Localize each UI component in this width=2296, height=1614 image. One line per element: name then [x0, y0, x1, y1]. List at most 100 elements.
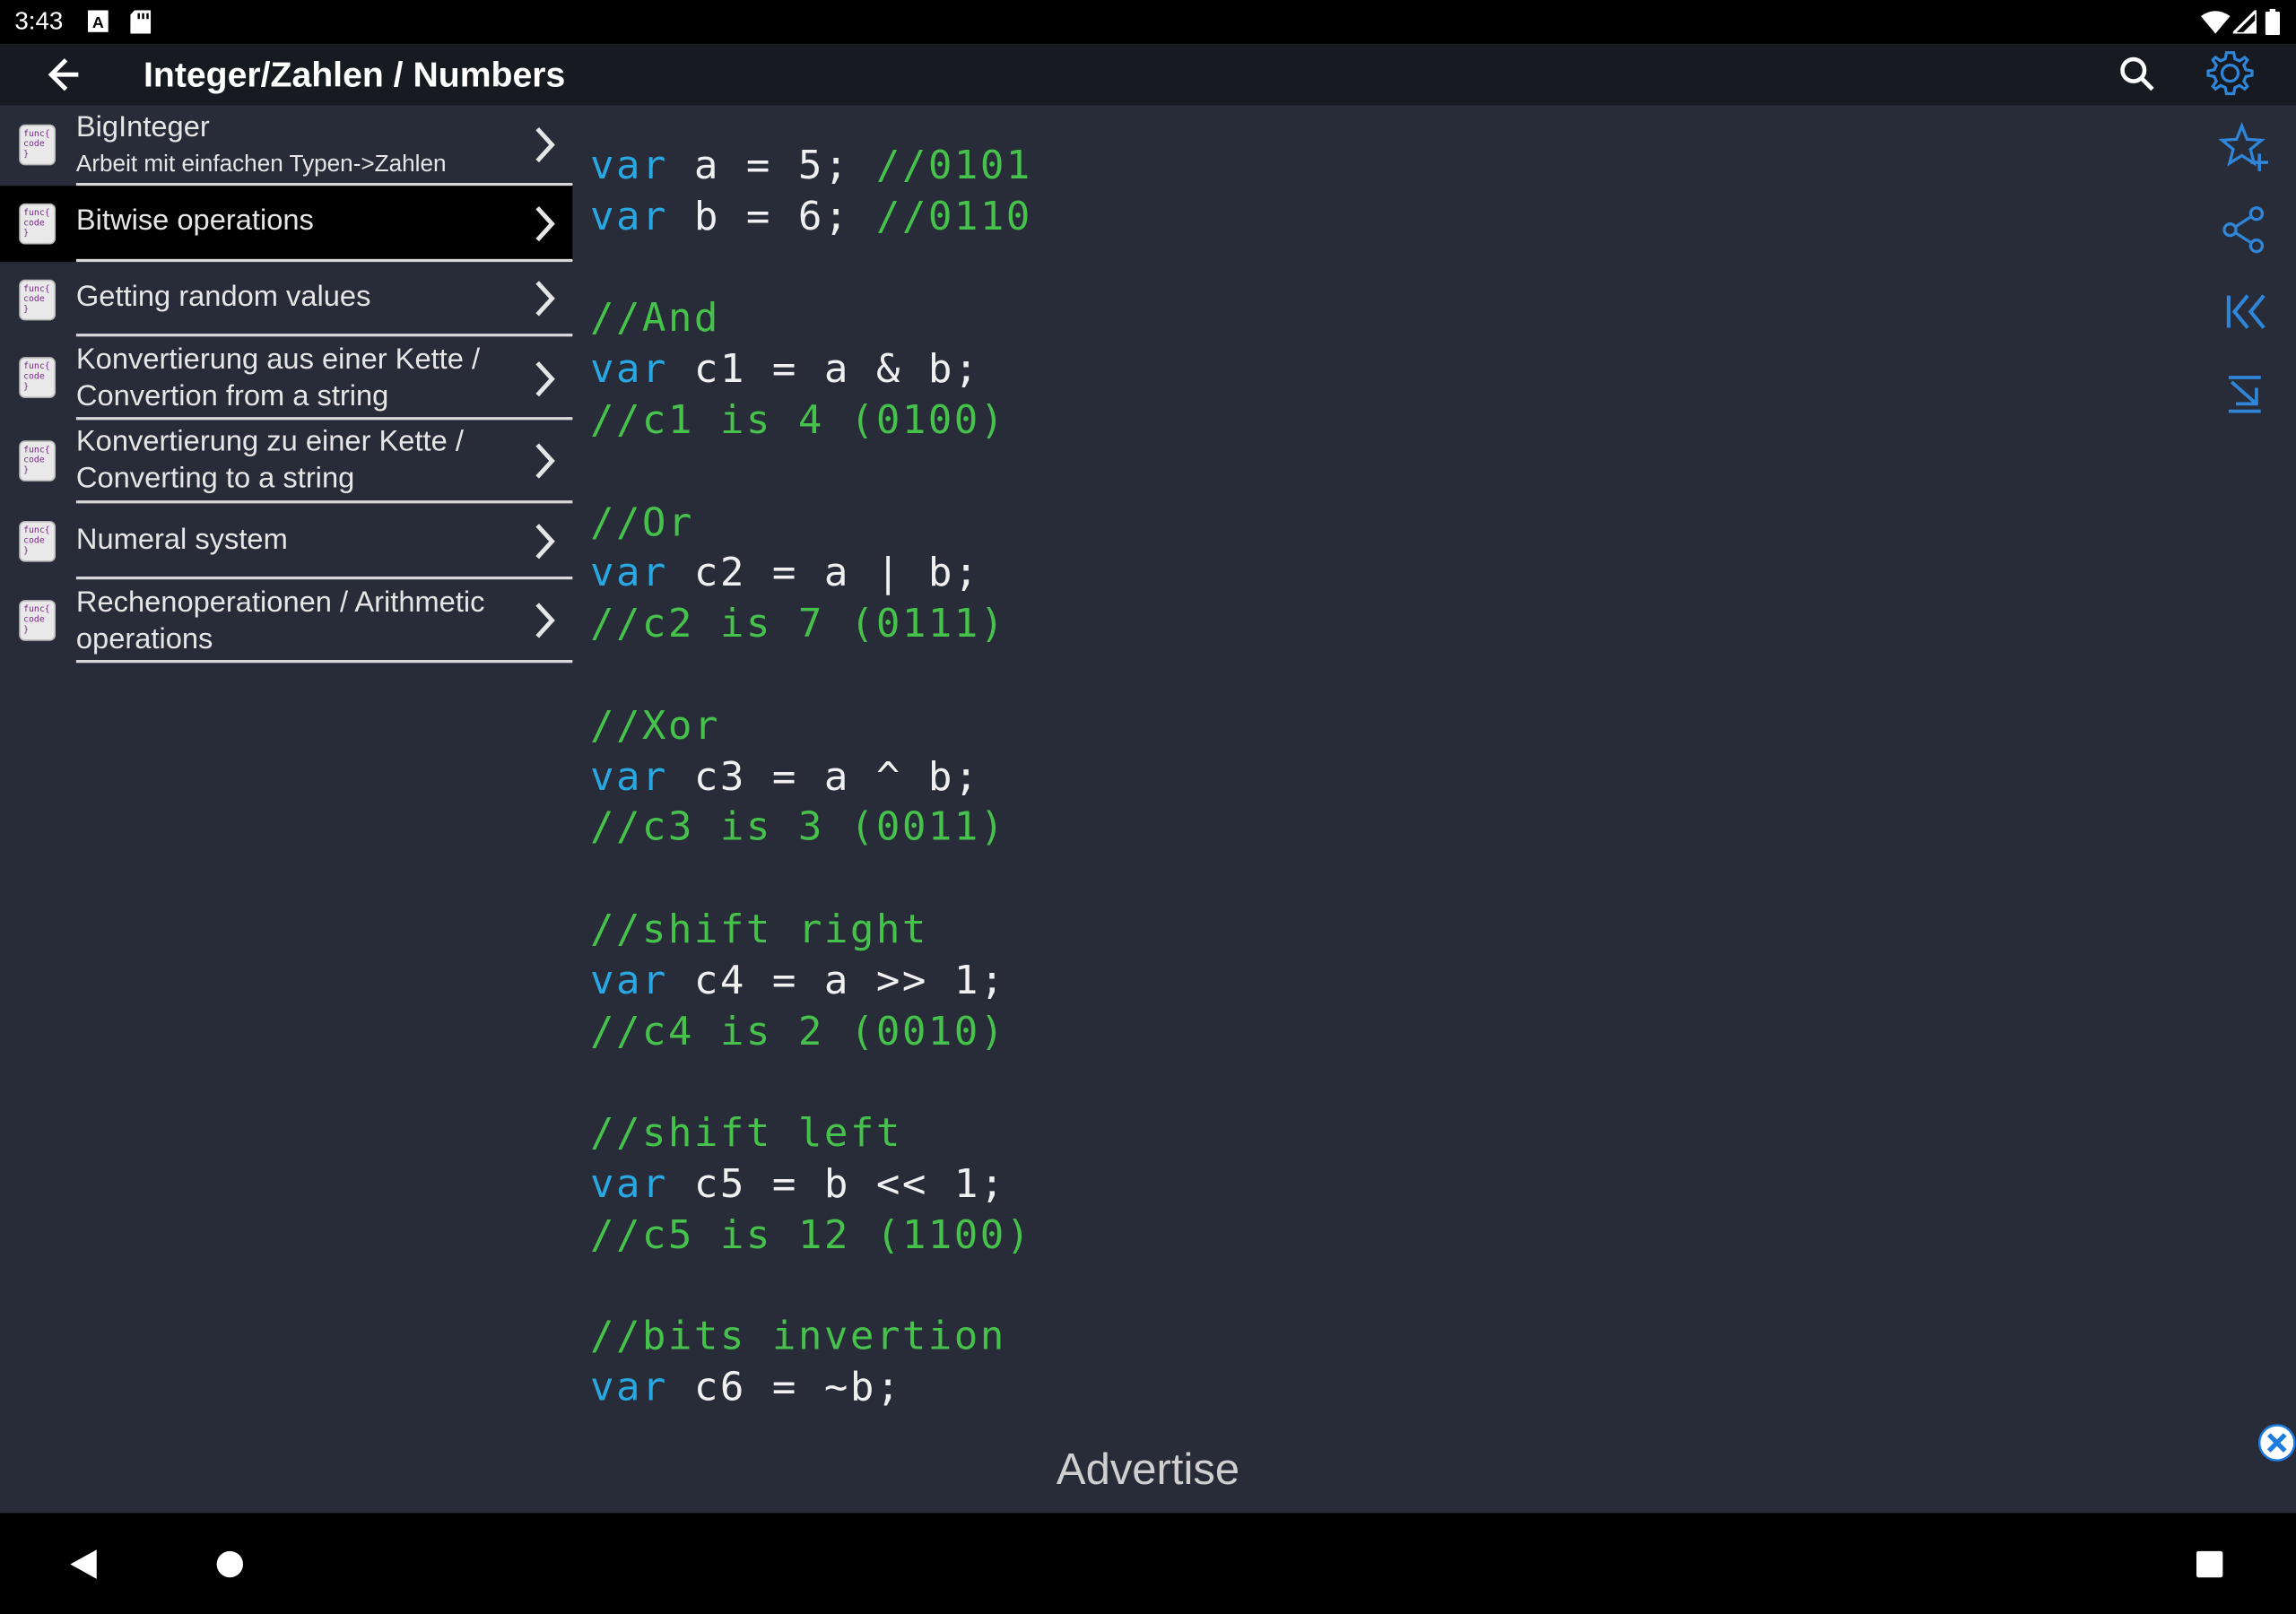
code-line: //c1 is 4 (0100) [590, 396, 1032, 447]
scroll-down-icon[interactable] [2218, 368, 2271, 421]
code-text: c4 = a >> 1; [667, 958, 1006, 1004]
code-comment: //bits invertion [589, 1314, 1006, 1360]
code-line: //shift left [590, 1109, 1032, 1160]
back-arrow-icon[interactable] [44, 54, 88, 95]
code-keyword: var [589, 143, 668, 189]
code-comment: //shift right [589, 907, 928, 953]
code-comment: //And [589, 296, 720, 342]
chevron-right-icon [535, 126, 555, 163]
page-title: Integer/Zahlen / Numbers [143, 56, 566, 96]
func-code-icon: func{code} [19, 279, 57, 321]
list-item-label: Konvertierung zu einer Kette / Convertin… [75, 425, 464, 495]
code-line: var c2 = a | b; [590, 550, 1032, 601]
code-text: c5 = b << 1; [667, 1161, 1006, 1208]
signal-icon [2232, 10, 2257, 34]
code-line: var c4 = a >> 1; [590, 957, 1032, 1008]
star-add-icon[interactable] [2218, 121, 2271, 174]
code-comment: //c4 is 2 (0010) [589, 1009, 1006, 1054]
code-line: //And [590, 295, 1032, 346]
code-line: var a = 5; //0101 [590, 142, 1032, 193]
status-time: 3:43 [14, 7, 64, 36]
divider [75, 659, 573, 664]
chevron-right-icon [535, 281, 555, 317]
func-code-icon: func{code} [19, 357, 57, 398]
func-code-icon: func{code} [19, 124, 57, 166]
system-nav-bar [0, 1513, 2296, 1614]
code-viewer: var a = 5; //0101 var b = 6; //0110//And v… [590, 142, 1032, 1415]
code-keyword: var [589, 1365, 668, 1411]
code-text: b = 6; [667, 194, 876, 240]
code-comment: //0101 [875, 143, 1032, 189]
chevron-right-icon [535, 206, 555, 242]
app-bar: Integer/Zahlen / Numbers [0, 43, 2296, 106]
chevron-right-icon [535, 361, 555, 397]
list-item-konvertierung-aus[interactable]: func{code} Konvertierung aus einer Kette… [0, 336, 573, 421]
code-line: //Or [590, 499, 1032, 550]
code-comment: //Or [589, 499, 694, 546]
gear-icon[interactable] [2205, 48, 2256, 98]
search-icon[interactable] [2118, 54, 2159, 95]
code-comment: //c2 is 7 (0111) [589, 601, 1006, 647]
list-item-biginteger[interactable]: func{code} BigInteger Arbeit mit einfach… [0, 105, 573, 187]
wifi-icon [2200, 11, 2231, 34]
code-keyword: var [589, 754, 668, 800]
share-icon[interactable] [2218, 204, 2271, 256]
list-item-label: BigInteger Arbeit mit einfachen Typen->Z… [76, 109, 447, 183]
list-item-label: Konvertierung aus einer Kette / Converti… [75, 343, 481, 413]
code-line: //bits invertion [590, 1313, 1032, 1364]
func-code-icon: func{code} [19, 440, 57, 482]
list-item-label: Bitwise operations [75, 204, 314, 238]
code-text: a = 5; [667, 143, 876, 189]
code-line: //c2 is 7 (0111) [590, 600, 1032, 651]
code-comment: //c5 is 12 (1100) [589, 1212, 1032, 1259]
list-item-konvertierung-zu[interactable]: func{code} Konvertierung zu einer Kette … [0, 420, 573, 504]
code-line: var c3 = a ^ b; [590, 753, 1032, 804]
list-item-numeral-system[interactable]: func{code} Numeral system [0, 503, 573, 580]
list-item-label: Numeral system [75, 524, 288, 557]
chevron-right-icon [535, 443, 555, 479]
a-notification-icon: A [87, 10, 109, 32]
nav-back-icon[interactable] [69, 1549, 99, 1581]
code-keyword: var [589, 551, 668, 596]
code-line: var b = 6; //0110 [590, 193, 1032, 244]
code-line: //c5 is 12 (1100) [590, 1211, 1032, 1263]
code-comment: //c1 is 4 (0100) [589, 397, 1006, 444]
ad-banner[interactable]: Advertise [0, 1424, 2296, 1513]
close-circle-icon[interactable] [2257, 1424, 2296, 1462]
list-item-getting-random-values[interactable]: func{code} Getting random values [0, 262, 573, 337]
code-keyword: var [589, 1161, 668, 1208]
code-line: //c3 is 3 (0011) [590, 804, 1032, 855]
status-bar: 3:43 A [0, 0, 2296, 44]
code-comment: //0110 [875, 194, 1032, 240]
list-item-rechenoperationen[interactable]: func{code} Rechenoperationen / Arithmeti… [0, 579, 573, 664]
first-page-icon[interactable] [2218, 285, 2271, 338]
code-line: //shift right [590, 906, 1032, 957]
code-keyword: var [589, 194, 668, 240]
app-screen: 3:43 A Integer/Zahlen / Numbers func{co… [0, 0, 2296, 1614]
list-item-subtitle: Arbeit mit einfachen Typen->Zahlen [75, 152, 447, 178]
list-item-label: Getting random values [75, 281, 371, 314]
code-line: var c1 = a & b; [590, 345, 1032, 396]
nav-home-icon[interactable] [213, 1549, 246, 1581]
code-text: c2 = a | b; [667, 551, 980, 596]
sd-card-icon [130, 10, 152, 34]
svg-text:A: A [92, 13, 104, 31]
code-text: c6 = ~b; [667, 1365, 902, 1411]
code-text: c1 = a & b; [667, 347, 980, 393]
code-line: //Xor [590, 702, 1032, 753]
ad-text: Advertise [1056, 1445, 1240, 1495]
chevron-right-icon [535, 524, 555, 560]
code-comment: //Xor [589, 703, 720, 750]
list-item-bitwise-operations[interactable]: func{code} Bitwise operations [0, 186, 573, 263]
code-text: c3 = a ^ b; [667, 754, 980, 800]
func-code-icon: func{code} [19, 203, 57, 245]
nav-recents-icon[interactable] [2195, 1549, 2224, 1579]
code-line: //c4 is 2 (0010) [590, 1008, 1032, 1059]
battery-icon [2265, 8, 2281, 36]
